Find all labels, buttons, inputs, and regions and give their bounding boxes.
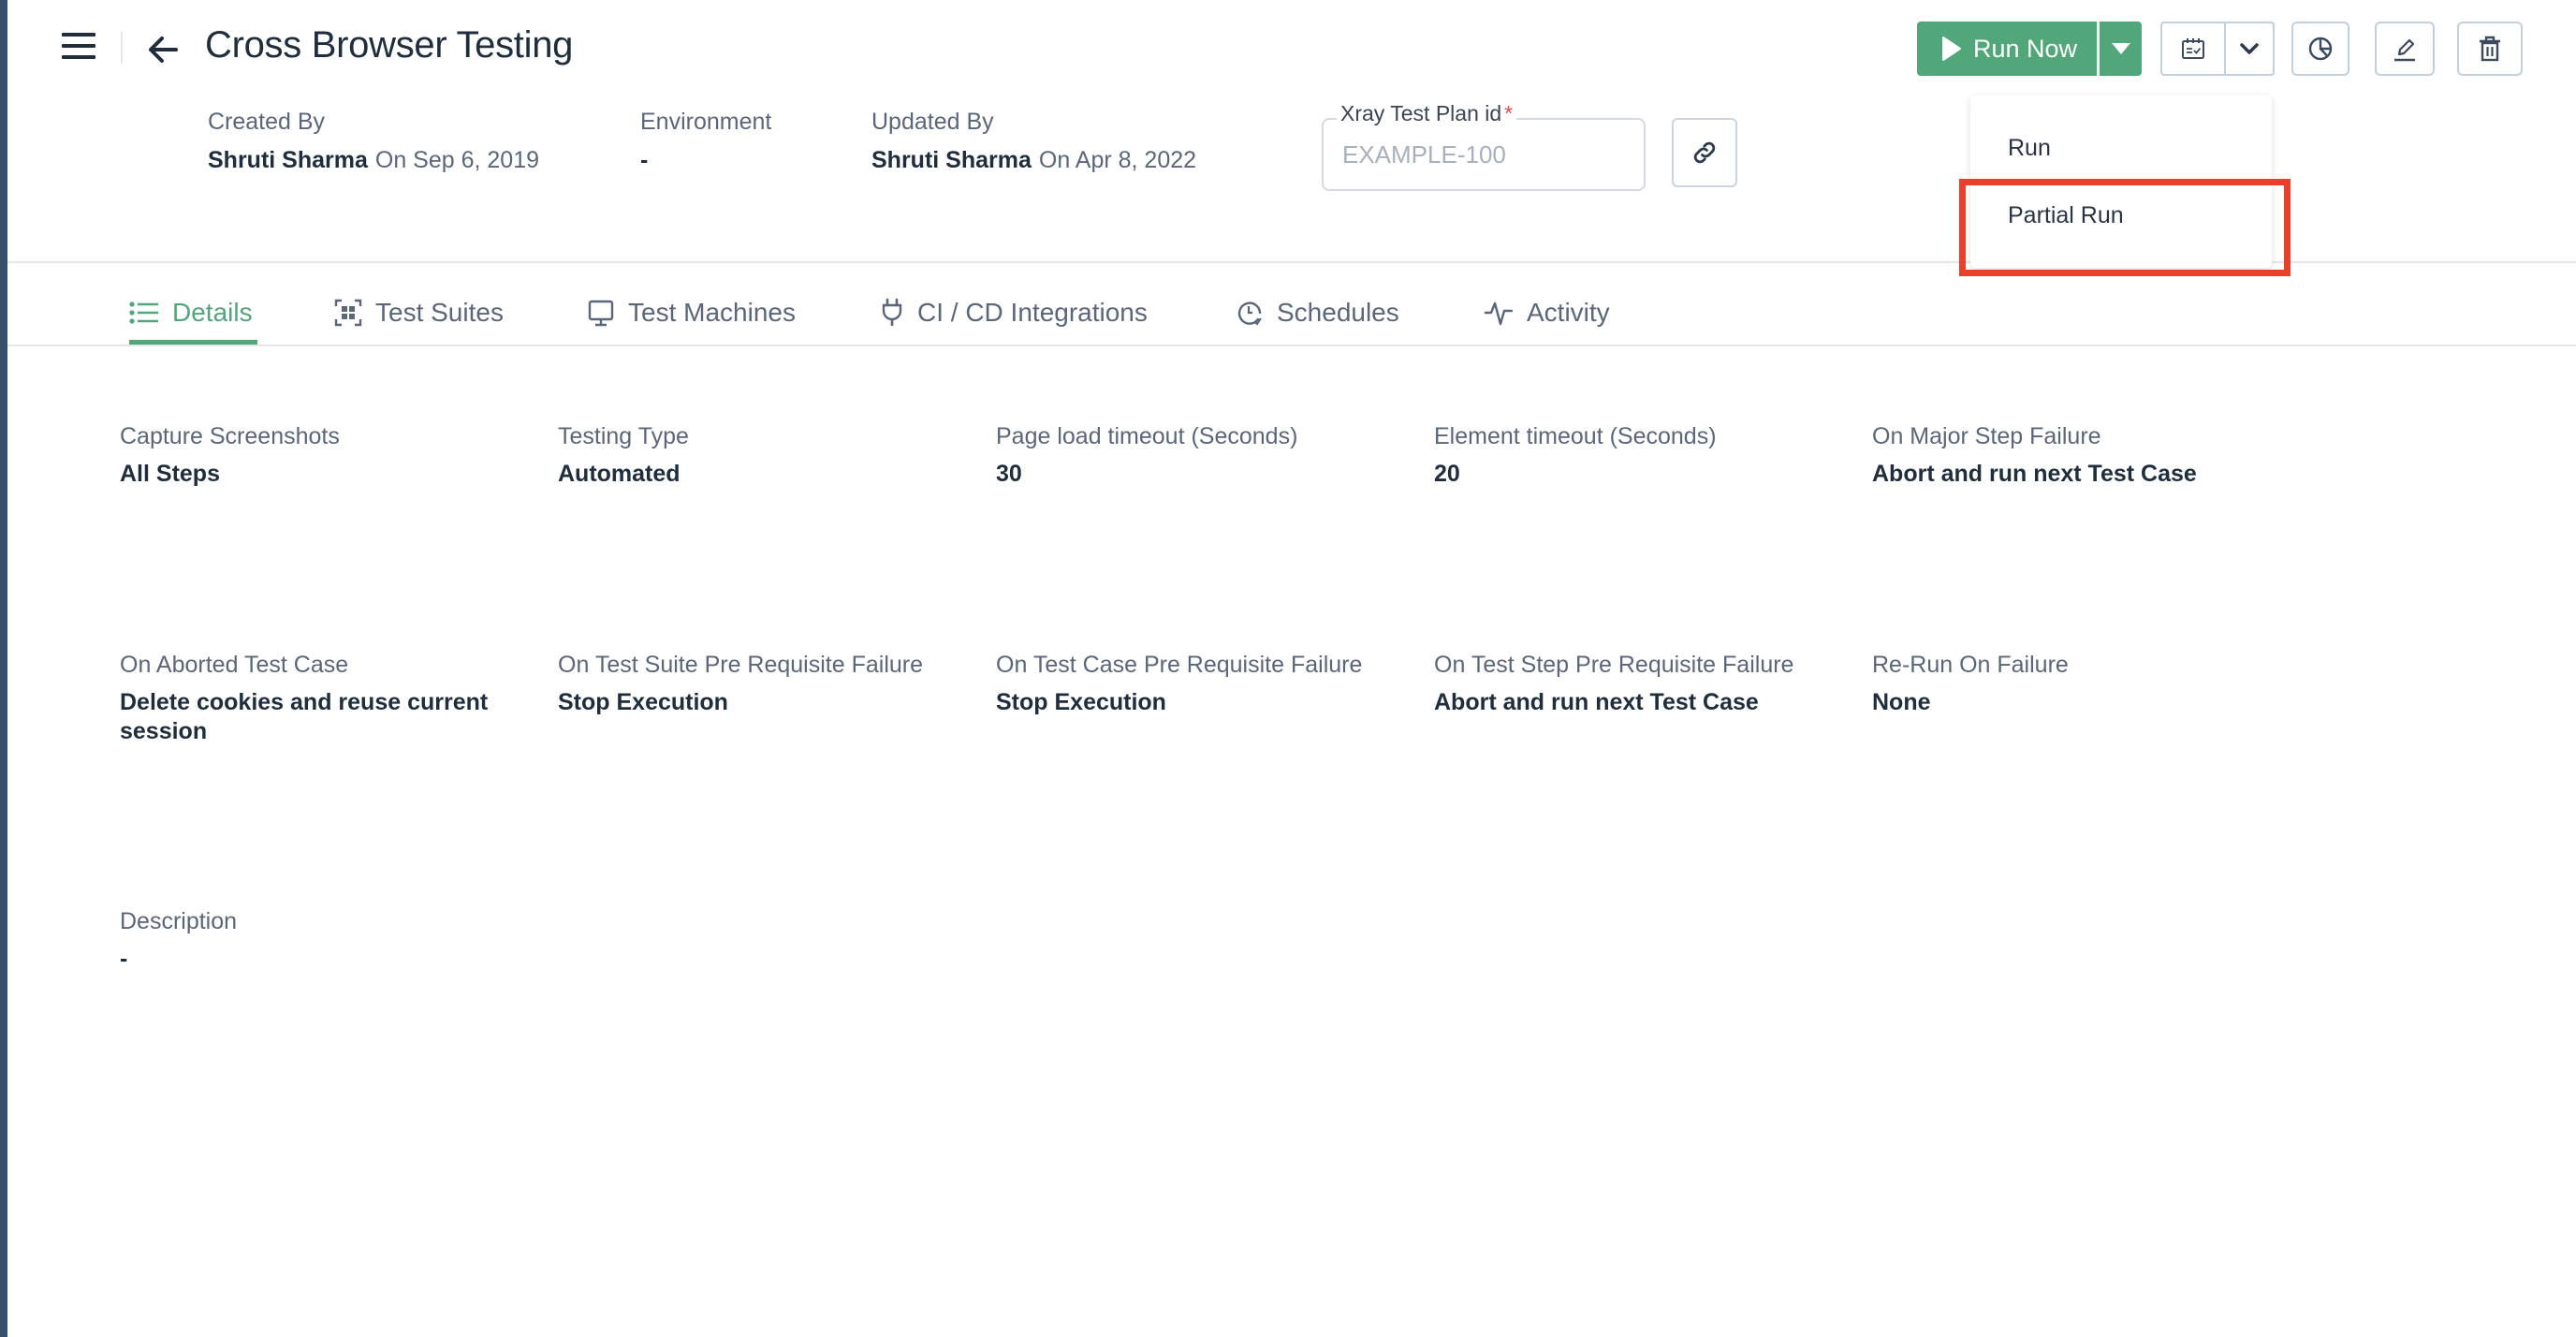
updated-by-user: Shruti Sharma	[871, 147, 1032, 173]
field-value-testing-type: Automated	[558, 461, 681, 487]
run-options-menu: Run Partial Run	[1970, 96, 2272, 268]
field-value-page-load-timeout: 30	[996, 461, 1022, 487]
xray-test-plan-input[interactable]	[1342, 137, 1623, 172]
field-label: Page load timeout (Seconds)	[996, 423, 1298, 449]
link-xray-button[interactable]	[1672, 118, 1737, 187]
tab-ci-cd-integrations[interactable]: CI / CD Integrations	[880, 281, 1148, 345]
back-button[interactable]	[142, 28, 185, 71]
menu-toggle-button[interactable]	[60, 28, 97, 64]
plug-icon	[882, 298, 902, 326]
sidebar-edge	[0, 0, 7, 1337]
run-now-label: Run Now	[1973, 34, 2078, 63]
chevron-down-icon	[2240, 43, 2259, 54]
tab-label: Activity	[1527, 298, 1610, 327]
updated-by-label: Updated By	[871, 109, 994, 135]
reports-button[interactable]	[2291, 22, 2349, 76]
trash-icon	[2480, 36, 2500, 62]
run-now-button[interactable]: Run Now	[1917, 22, 2097, 76]
field-label: On Major Step Failure	[1872, 423, 2101, 449]
tab-test-machines[interactable]: Test Machines	[587, 281, 796, 345]
monitor-icon	[588, 300, 614, 327]
test-suites-icon	[334, 299, 362, 327]
header-divider	[121, 32, 123, 64]
tab-label: Test Suites	[375, 298, 504, 327]
tabs-separator	[7, 345, 2576, 346]
tab-activity[interactable]: Activity	[1484, 281, 1610, 345]
field-value-capture-screenshots: All Steps	[120, 461, 220, 487]
field-value-test-suite-prereq-failure: Stop Execution	[558, 689, 728, 715]
updated-by-value: Shruti Sharma On Apr 8, 2022	[871, 147, 1196, 174]
required-mark: *	[1504, 101, 1514, 125]
created-by-value: Shruti Sharma On Sep 6, 2019	[208, 147, 539, 174]
tab-schedules[interactable]: Schedules	[1236, 281, 1399, 345]
field-value-test-step-prereq-failure: Abort and run next Test Case	[1434, 689, 1759, 715]
pie-chart-icon	[2308, 37, 2333, 61]
tab-label: Schedules	[1277, 298, 1399, 327]
clock-icon	[1237, 301, 1262, 326]
play-icon	[1942, 37, 1961, 61]
field-value-rerun-on-failure: None	[1872, 689, 1931, 715]
field-label: Capture Screenshots	[120, 423, 340, 449]
created-date: On Sep 6, 2019	[374, 147, 540, 173]
menu-item-label: Partial Run	[2008, 201, 2124, 228]
created-by-label: Created By	[208, 109, 326, 135]
environment-value: -	[640, 147, 649, 173]
page-title: Cross Browser Testing	[205, 24, 574, 66]
edit-button[interactable]	[2375, 22, 2435, 76]
field-label: Testing Type	[558, 423, 689, 449]
menu-item-partial-run[interactable]: Partial Run	[1970, 183, 2272, 248]
field-label: On Test Suite Pre Requisite Failure	[558, 652, 924, 678]
menu-item-run[interactable]: Run	[1970, 115, 2272, 181]
tab-test-suites[interactable]: Test Suites	[334, 281, 504, 345]
xray-label-text: Xray Test Plan id	[1340, 101, 1502, 125]
run-options-toggle[interactable]	[2100, 22, 2142, 76]
environment-label: Environment	[640, 109, 772, 135]
tab-label: Details	[172, 298, 253, 327]
caret-down-icon	[2111, 43, 2130, 54]
activity-icon	[1484, 301, 1514, 326]
field-value-test-case-prereq-failure: Stop Execution	[996, 689, 1166, 715]
field-value-element-timeout: 20	[1434, 461, 1460, 487]
arrow-left-icon	[149, 37, 178, 63]
description-value: -	[120, 946, 128, 972]
description-label: Description	[120, 908, 238, 934]
updated-date: On Apr 8, 2022	[1038, 147, 1197, 173]
split-divider	[2097, 22, 2100, 76]
list-icon	[129, 301, 158, 324]
schedule-split-button	[2160, 22, 2275, 76]
menu-item-label: Run	[2008, 134, 2051, 161]
run-now-split-button: Run Now	[1917, 22, 2142, 76]
field-label: On Test Case Pre Requisite Failure	[996, 652, 1363, 678]
field-label: On Test Step Pre Requisite Failure	[1434, 652, 1794, 678]
tab-details[interactable]: Details	[129, 281, 253, 345]
field-label: On Aborted Test Case	[120, 652, 349, 678]
schedule-options-toggle[interactable]	[2226, 23, 2273, 74]
schedule-button[interactable]	[2162, 23, 2226, 74]
field-label: Element timeout (Seconds)	[1434, 423, 1717, 449]
calendar-check-icon	[2182, 38, 2204, 59]
xray-test-plan-label: Xray Test Plan id *	[1337, 101, 1517, 126]
field-value-on-aborted-test-case: Delete cookies and reuse current session	[120, 689, 489, 744]
field-label: Re-Run On Failure	[1872, 652, 2069, 678]
tab-label: Test Machines	[628, 298, 796, 327]
link-icon	[1693, 141, 1716, 164]
pencil-icon	[2394, 38, 2415, 62]
created-by-user: Shruti Sharma	[208, 147, 368, 173]
tab-label: CI / CD Integrations	[917, 298, 1148, 327]
field-value-on-major-step-failure: Abort and run next Test Case	[1872, 461, 2197, 487]
xray-test-plan-field[interactable]	[1322, 118, 1646, 191]
delete-button[interactable]	[2457, 22, 2523, 76]
